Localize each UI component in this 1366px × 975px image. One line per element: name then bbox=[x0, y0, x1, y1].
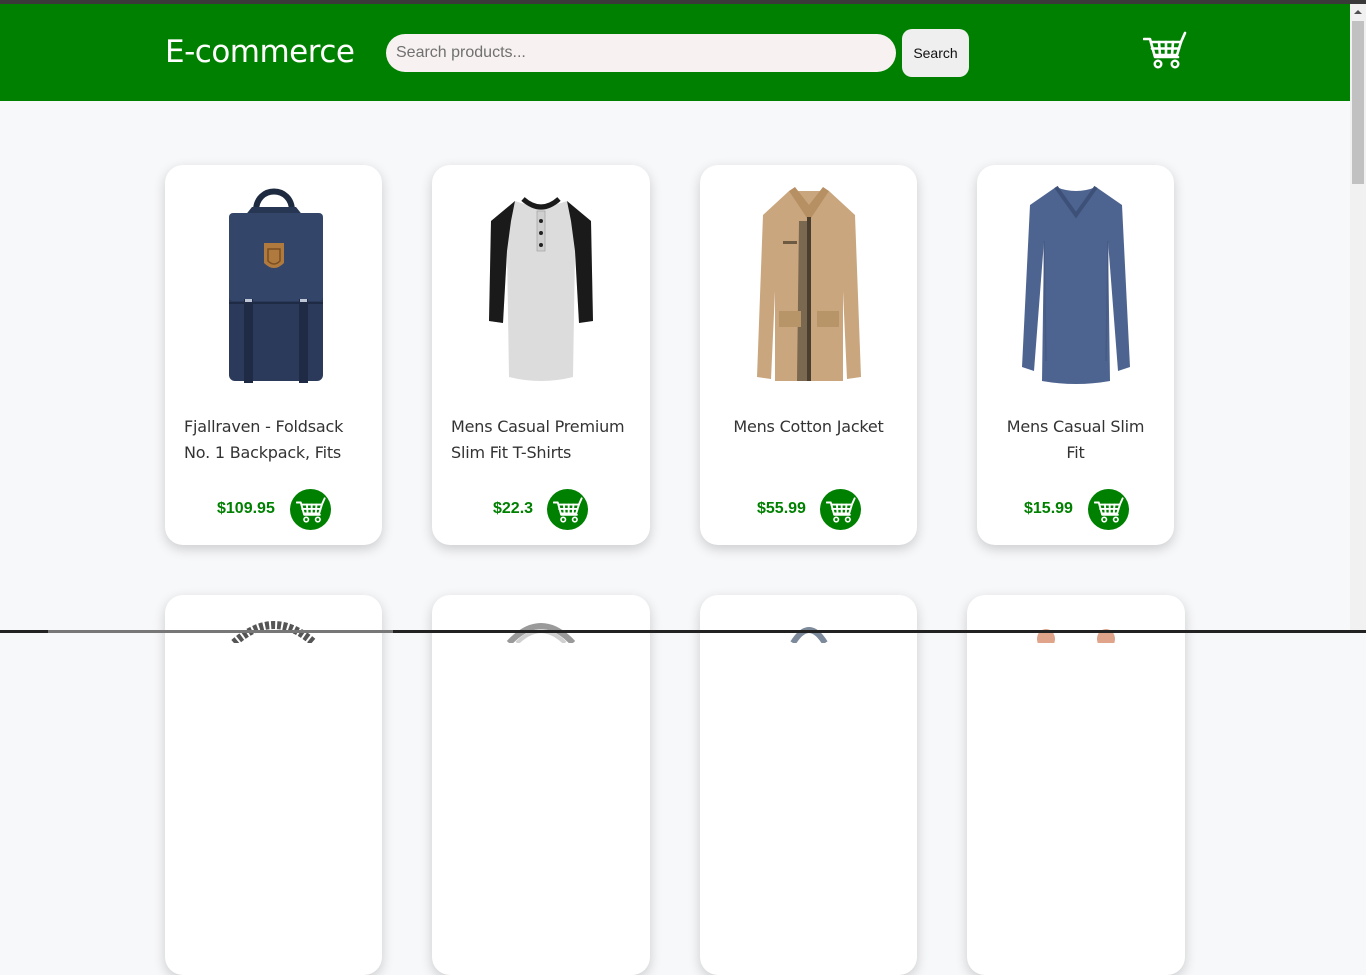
product-card[interactable] bbox=[700, 595, 917, 975]
add-to-cart-button[interactable] bbox=[547, 489, 588, 530]
cart-icon bbox=[295, 496, 326, 523]
product-image-tshirt[interactable] bbox=[432, 181, 650, 389]
product-footer: $109.95 bbox=[165, 489, 382, 531]
product-title[interactable]: Mens Casual Slim Fit bbox=[996, 414, 1155, 466]
product-image-longsleeve[interactable] bbox=[977, 181, 1174, 389]
product-image-earrings[interactable] bbox=[967, 613, 1185, 821]
cart-icon bbox=[1093, 496, 1124, 523]
product-footer: $55.99 bbox=[700, 489, 917, 531]
search-button[interactable]: Search bbox=[902, 29, 969, 77]
product-image-ring[interactable] bbox=[432, 613, 650, 821]
product-card[interactable] bbox=[165, 595, 382, 975]
vertical-scrollbar[interactable] bbox=[1350, 4, 1366, 633]
add-to-cart-button[interactable] bbox=[290, 489, 331, 530]
product-image-bracelet[interactable] bbox=[165, 613, 382, 821]
product-card[interactable]: Mens Casual Premium Slim Fit T-Shirts $2… bbox=[432, 165, 650, 545]
product-title[interactable]: Fjallraven - Foldsack No. 1 Backpack, Fi… bbox=[184, 414, 363, 466]
product-image-jacket[interactable] bbox=[700, 181, 917, 389]
scrollbar-thumb[interactable] bbox=[1352, 21, 1364, 184]
site-logo[interactable]: E-commerce bbox=[165, 34, 355, 70]
product-card[interactable]: Fjallraven - Foldsack No. 1 Backpack, Fi… bbox=[165, 165, 382, 545]
product-image-backpack[interactable] bbox=[165, 181, 382, 389]
top-header: E-commerce Search bbox=[0, 4, 1350, 101]
shopping-cart-icon[interactable] bbox=[1142, 30, 1187, 70]
product-price: $109.95 bbox=[217, 500, 275, 517]
add-to-cart-button[interactable] bbox=[820, 489, 861, 530]
product-footer: $15.99 bbox=[977, 489, 1174, 531]
product-title[interactable]: Mens Cotton Jacket bbox=[719, 414, 898, 466]
product-card[interactable] bbox=[967, 595, 1185, 975]
product-title[interactable]: Mens Casual Premium Slim Fit T-Shirts bbox=[451, 414, 631, 466]
product-card[interactable] bbox=[432, 595, 650, 975]
product-card[interactable]: Mens Casual Slim Fit $15.99 bbox=[977, 165, 1174, 545]
product-price: $22.3 bbox=[493, 500, 534, 517]
cart-icon bbox=[825, 496, 856, 523]
scroll-up-arrow-icon[interactable] bbox=[1350, 4, 1366, 20]
product-price: $55.99 bbox=[757, 500, 806, 517]
product-card[interactable]: Mens Cotton Jacket $55.99 bbox=[700, 165, 917, 545]
add-to-cart-button[interactable] bbox=[1088, 489, 1129, 530]
product-image-gem-ring[interactable] bbox=[700, 613, 917, 821]
product-footer: $22.3 bbox=[432, 489, 650, 531]
search-input[interactable] bbox=[386, 34, 896, 72]
cart-icon bbox=[552, 496, 583, 523]
product-price: $15.99 bbox=[1024, 500, 1073, 517]
